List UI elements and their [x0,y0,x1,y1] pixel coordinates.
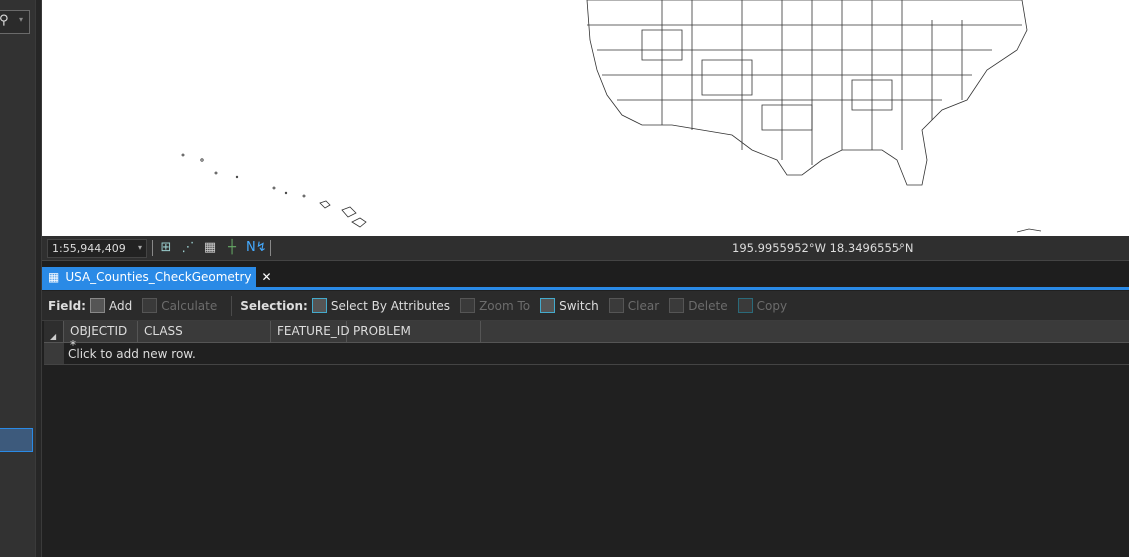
conterminous-us-outline [586,0,1028,186]
divider [231,295,233,316]
contents-pane: ⚲ ▾ [0,0,35,557]
select-all-corner[interactable]: ◢ [44,321,64,342]
copy-label: Copy [756,298,788,313]
field-label: Field: [48,298,86,313]
add-field-button[interactable]: Add [89,298,133,313]
table-icon: ▦ [48,270,60,284]
selected-layer-item[interactable] [0,428,33,452]
clear-icon [608,298,624,313]
switch-label: Switch [559,298,599,313]
tab-label: USA_Counties_CheckGeometry [65,270,252,284]
table-tab-strip: ▦ USA_Counties_CheckGeometry ✕ [42,261,1129,290]
hawaii-islands [319,200,367,228]
column-header-feature-id[interactable]: FEATURE_ID [271,321,350,342]
table-header: ◢ OBJECTID * CLASS FEATURE_ID PROBLEM [44,321,1129,352]
chevron-down-icon: ▾ [137,243,142,252]
pane-splitter[interactable] [35,0,42,557]
switch-icon [540,298,556,313]
coordinate-readout: 195.9955952°W 18.3496555°N [732,241,914,255]
close-icon[interactable]: ✕ [262,270,272,284]
select-by-attributes-icon [311,298,327,313]
copy-icon [737,298,753,313]
table-row[interactable]: Click to add new row. [44,343,1129,365]
clear-selection-button[interactable]: Clear [608,298,660,313]
us-counties-map [181,0,1042,233]
search-icon: ⚲ [0,13,9,28]
zoom-to-button[interactable]: Zoom To [460,298,530,313]
divider [270,240,271,256]
map-status-bar: 1:55,944,409 ▾ ⊞ ⋰ ▦ ┼ N↯ 195.9955952°W 1… [42,236,1129,261]
search-input[interactable]: ⚲ ▾ [0,10,30,34]
zoom-to-icon [460,298,476,313]
divider [152,240,153,256]
scale-value: 1:55,944,409 [52,242,126,255]
copy-button[interactable]: Copy [737,298,788,313]
add-new-row[interactable]: Click to add new row. [64,343,200,364]
chevron-down-icon[interactable]: ▾ [19,15,23,24]
column-header-problem[interactable]: PROBLEM [347,321,481,342]
add-label: Add [108,298,133,313]
snapping-icon[interactable]: ⋰ [180,240,196,256]
map-view[interactable] [42,0,1129,236]
zoom-to-label: Zoom To [479,298,531,313]
attribute-table: ◢ OBJECTID * CLASS FEATURE_ID PROBLEM Cl… [44,321,1129,365]
delete-label: Delete [688,298,728,313]
selection-label: Selection: [240,298,308,313]
column-header-class[interactable]: CLASS [138,321,271,342]
select-by-attributes-button[interactable]: Select By Attributes [311,298,451,313]
calculate-icon [142,298,158,313]
calculate-label: Calculate [161,298,218,313]
grid-icon[interactable]: ▦ [202,240,218,256]
row-selector[interactable] [44,343,64,364]
tab-usa-counties-checkgeometry[interactable]: ▦ USA_Counties_CheckGeometry ✕ [42,267,272,287]
grid-add-icon[interactable]: ⊞ [158,240,174,256]
guides-icon[interactable]: ┼ [224,240,240,256]
clear-label: Clear [627,298,660,313]
add-field-icon [89,298,105,313]
delete-icon [669,298,685,313]
scale-selector[interactable]: 1:55,944,409 ▾ [47,239,147,258]
switch-selection-button[interactable]: Switch [540,298,599,313]
select-by-attributes-label: Select By Attributes [330,298,451,313]
chevron-down-icon[interactable]: ⌄ [894,239,904,253]
column-header-objectid[interactable]: OBJECTID * [64,321,138,352]
table-toolbar: Field: Add Calculate Selection: Select B… [42,291,1129,321]
north-arrow-icon[interactable]: N↯ [246,240,267,256]
calculate-field-button[interactable]: Calculate [142,298,217,313]
delete-button[interactable]: Delete [669,298,728,313]
